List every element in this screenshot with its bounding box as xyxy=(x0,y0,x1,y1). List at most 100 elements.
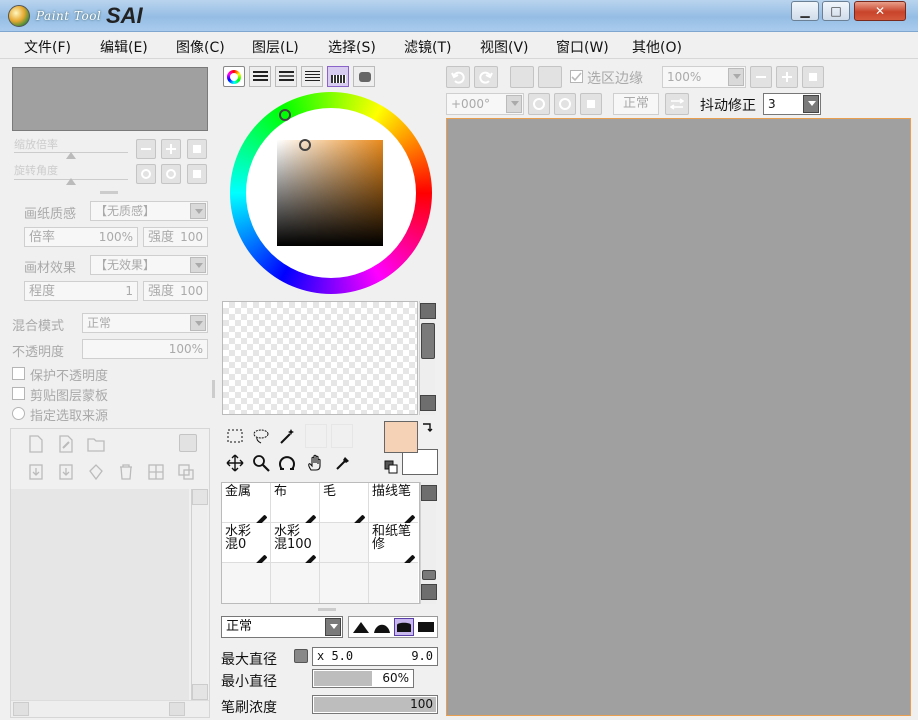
menu-file[interactable]: 文件(F) xyxy=(24,37,71,57)
scroll-up-button[interactable] xyxy=(421,485,437,501)
scroll-right-button[interactable] xyxy=(169,702,185,716)
zoom-in-button[interactable] xyxy=(776,66,798,88)
merge-down-icon[interactable] xyxy=(57,463,75,481)
rotate-slider-handle[interactable] xyxy=(66,178,76,185)
rotate-ccw-button[interactable] xyxy=(528,93,550,115)
close-button[interactable]: ✕ xyxy=(854,1,906,21)
hsv-slider-tab[interactable] xyxy=(275,66,297,87)
protect-opacity-checkbox[interactable] xyxy=(12,367,25,380)
brush-lineart[interactable]: 描线笔 xyxy=(369,483,418,533)
redo-button[interactable] xyxy=(474,66,498,88)
zoom-out-button[interactable] xyxy=(136,139,156,159)
paper-strength-field[interactable]: 强度 100 xyxy=(143,227,208,247)
layer-list-hscrollbar[interactable] xyxy=(11,700,209,717)
brush-cloth[interactable]: 布 xyxy=(271,483,320,533)
brush-metal[interactable]: 金属 xyxy=(222,483,271,533)
scroll-down-button[interactable] xyxy=(421,584,437,600)
rotate-cw-button[interactable] xyxy=(161,164,181,184)
shape-flat-icon[interactable] xyxy=(417,621,435,633)
lasso-icon[interactable] xyxy=(252,427,270,445)
saturation-value-square[interactable] xyxy=(277,140,383,246)
rgb-slider-tab[interactable] xyxy=(249,66,271,87)
brush-watercolor-0[interactable]: 水彩 混0 xyxy=(222,523,271,573)
swatch-scrollbar[interactable] xyxy=(419,301,436,415)
menu-other[interactable]: 其他(O) xyxy=(632,37,682,57)
new-folder-icon[interactable] xyxy=(87,435,105,453)
primary-color-swatch[interactable] xyxy=(384,421,418,453)
shape-round-icon[interactable] xyxy=(373,620,391,634)
brush-scrollbar[interactable] xyxy=(420,482,437,604)
diameter-lock-button[interactable] xyxy=(294,649,308,663)
layer-option-button[interactable] xyxy=(179,434,197,452)
panel-splitter[interactable] xyxy=(318,608,336,611)
new-layer-icon[interactable] xyxy=(27,435,45,453)
brush-slot-empty[interactable] xyxy=(271,563,320,603)
max-diameter-field[interactable]: x 5.0 9.0 xyxy=(312,647,438,666)
brush-density-slider[interactable]: 100 xyxy=(312,695,438,714)
sv-marker[interactable] xyxy=(299,139,311,151)
brush-mode-dropdown[interactable]: 正常 xyxy=(221,616,343,638)
rotate-cw-button[interactable] xyxy=(554,93,576,115)
brush-fur[interactable]: 毛 xyxy=(320,483,369,533)
deselect-button[interactable] xyxy=(510,66,534,88)
minimize-button[interactable]: ▁ xyxy=(791,1,819,21)
layer-grid-icon[interactable] xyxy=(147,463,165,481)
new-vector-layer-icon[interactable] xyxy=(57,435,75,453)
min-diameter-slider[interactable]: 60% xyxy=(312,669,414,688)
rotate-icon[interactable] xyxy=(278,454,296,472)
layer-list[interactable] xyxy=(11,489,189,700)
zoom-slider-handle[interactable] xyxy=(66,152,76,159)
flip-horizontal-button[interactable] xyxy=(665,93,689,115)
layer-list-scrollbar[interactable] xyxy=(191,489,208,700)
canvas-area[interactable] xyxy=(446,118,911,716)
rotate-ccw-button[interactable] xyxy=(136,164,156,184)
invert-selection-button[interactable] xyxy=(538,66,562,88)
menu-filter[interactable]: 滤镜(T) xyxy=(404,37,451,57)
zoom-in-button[interactable] xyxy=(161,139,181,159)
brush-slot-empty[interactable] xyxy=(222,563,271,603)
menu-edit[interactable]: 编辑(E) xyxy=(100,37,148,57)
stabilizer-dropdown[interactable]: 3 xyxy=(763,93,821,115)
menu-layer[interactable]: 图层(L) xyxy=(252,37,299,57)
clip-mask-checkbox[interactable] xyxy=(12,387,25,400)
paper-effect-dropdown[interactable]: 【无效果】 xyxy=(90,255,208,275)
selection-edge-checkbox[interactable] xyxy=(570,70,583,83)
scroll-up-button[interactable] xyxy=(192,489,208,505)
menu-view[interactable]: 视图(V) xyxy=(480,37,529,57)
hue-marker[interactable] xyxy=(279,109,291,121)
scroll-thumb[interactable] xyxy=(421,323,435,359)
scroll-down-button[interactable] xyxy=(420,395,436,411)
hand-icon[interactable] xyxy=(306,454,324,472)
scratchpad-tab[interactable] xyxy=(353,66,375,87)
maximize-button[interactable]: □ xyxy=(822,1,850,21)
menu-select[interactable]: 选择(S) xyxy=(328,37,376,57)
transfer-down-icon[interactable] xyxy=(27,463,45,481)
zoom-dropdown[interactable]: 100% xyxy=(662,66,746,88)
paper-scale-field[interactable]: 倍率 100% xyxy=(24,227,138,247)
panel-splitter[interactable] xyxy=(100,191,118,194)
column-splitter[interactable] xyxy=(212,380,215,398)
undo-button[interactable] xyxy=(446,66,470,88)
swatch-grid[interactable] xyxy=(222,301,418,415)
navigator-preview[interactable] xyxy=(12,67,208,131)
menu-window[interactable]: 窗口(W) xyxy=(556,37,609,57)
menu-image[interactable]: 图像(C) xyxy=(176,37,225,57)
angle-dropdown[interactable]: +000° xyxy=(446,93,524,115)
magic-wand-icon[interactable] xyxy=(278,427,296,445)
zoom-reset-button[interactable] xyxy=(802,66,824,88)
zoom-icon[interactable] xyxy=(252,454,270,472)
paper-strength2-field[interactable]: 强度 100 xyxy=(143,281,208,301)
brush-watercolor-100[interactable]: 水彩 混100 xyxy=(271,523,320,573)
reset-colors-icon[interactable] xyxy=(384,460,398,474)
swatches-tab[interactable] xyxy=(327,66,349,87)
blend-mode-dropdown[interactable]: 正常 xyxy=(82,313,208,333)
paper-degree-field[interactable]: 程度 1 xyxy=(24,281,138,301)
shape-sharp-icon[interactable] xyxy=(352,620,370,634)
color-wheel-tab[interactable] xyxy=(223,66,245,87)
mixer-tab[interactable] xyxy=(301,66,323,87)
clear-layer-icon[interactable] xyxy=(87,463,105,481)
view-mode-button[interactable]: 正常 xyxy=(613,93,659,115)
scroll-left-button[interactable] xyxy=(13,702,29,716)
eyedropper-icon[interactable] xyxy=(334,454,352,472)
brush-slot-empty[interactable] xyxy=(369,563,418,603)
